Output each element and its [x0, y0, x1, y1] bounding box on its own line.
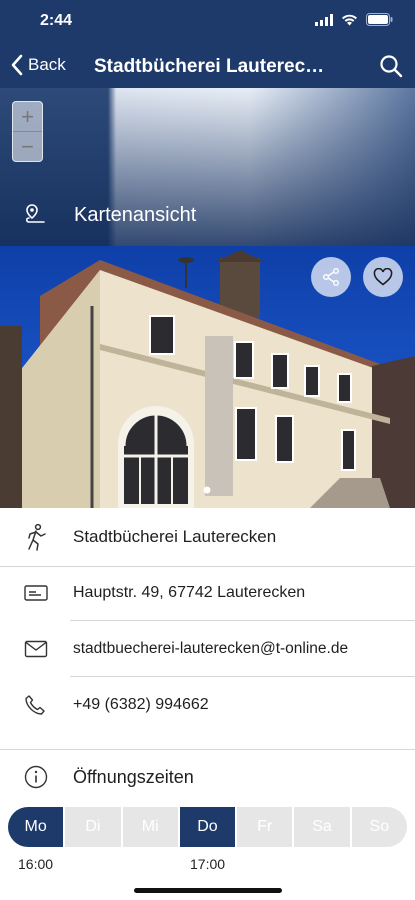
- phone-link[interactable]: +49 (6382) 994662: [73, 696, 209, 714]
- back-label: Back: [28, 55, 66, 74]
- battery-icon: [366, 13, 393, 26]
- zoom-out-button[interactable]: −: [13, 132, 42, 162]
- day-tab-mi[interactable]: Mi: [123, 807, 180, 847]
- zoom-in-button[interactable]: +: [13, 102, 42, 132]
- map-pin-icon: [25, 204, 45, 223]
- hours-thursday: 17:00: [190, 856, 226, 872]
- divider: [0, 566, 415, 567]
- favorite-button[interactable]: [363, 257, 403, 297]
- mail-icon: [24, 640, 48, 658]
- day-tab-so[interactable]: So: [352, 807, 407, 847]
- status-time: 2:44: [40, 12, 73, 29]
- heart-icon: [373, 268, 393, 286]
- address-card-icon: [24, 585, 48, 601]
- day-tab-di[interactable]: Di: [65, 807, 123, 847]
- info-icon: [24, 765, 48, 789]
- status-bar: 2:44: [0, 0, 415, 46]
- phone-icon: [25, 695, 45, 715]
- zoom-control: + −: [12, 101, 43, 162]
- divider: [0, 749, 415, 750]
- opening-hours-heading: Öffnungszeiten: [73, 766, 194, 787]
- library-name-row: Stadtbücherei Lauterecken: [0, 512, 415, 562]
- opening-hours-header: Öffnungszeiten: [0, 752, 415, 802]
- home-indicator[interactable]: [134, 888, 282, 893]
- address-text: Hauptstr. 49, 67742 Lauterecken: [73, 584, 306, 601]
- day-tab-do[interactable]: Do: [179, 807, 238, 847]
- email-link[interactable]: stadtbuecherei-lauterecken@t-online.de: [73, 640, 348, 658]
- building-illustration: [0, 250, 415, 508]
- day-tab-sa[interactable]: Sa: [294, 807, 352, 847]
- status-icons: [315, 13, 393, 26]
- wifi-icon: [342, 14, 357, 25]
- library-name: Stadtbücherei Lauterecken: [73, 527, 277, 546]
- weekday-selector: Mo Di Mi Do Fr Sa So: [8, 807, 407, 847]
- day-tab-mo[interactable]: Mo: [8, 807, 66, 847]
- hours-monday: 16:00: [18, 856, 54, 872]
- chevron-left-icon: [11, 54, 23, 76]
- divider: [70, 620, 415, 621]
- search-icon: [380, 55, 403, 78]
- phone-row[interactable]: +49 (6382) 994662: [0, 680, 415, 730]
- map-view-label: Kartenansicht: [74, 203, 197, 226]
- day-tab-fr[interactable]: Fr: [237, 807, 295, 847]
- page-title: Stadtbücherei Lauterecken: [94, 56, 334, 77]
- walking-person-icon: [28, 523, 46, 551]
- signal-icon: [315, 13, 333, 26]
- email-row[interactable]: stadtbuecherei-lauterecken@t-online.de: [0, 624, 415, 674]
- search-button[interactable]: [379, 54, 403, 83]
- share-button[interactable]: [311, 257, 351, 297]
- share-icon: [323, 268, 339, 286]
- library-photo: [0, 246, 415, 508]
- divider: [70, 676, 415, 677]
- navigation-bar: Back Stadtbücherei Lauterecken: [0, 46, 415, 88]
- back-button[interactable]: Back: [10, 54, 66, 76]
- map-view-link[interactable]: Kartenansicht: [24, 203, 196, 227]
- address-row[interactable]: Hauptstr. 49, 67742 Lauterecken: [0, 568, 415, 618]
